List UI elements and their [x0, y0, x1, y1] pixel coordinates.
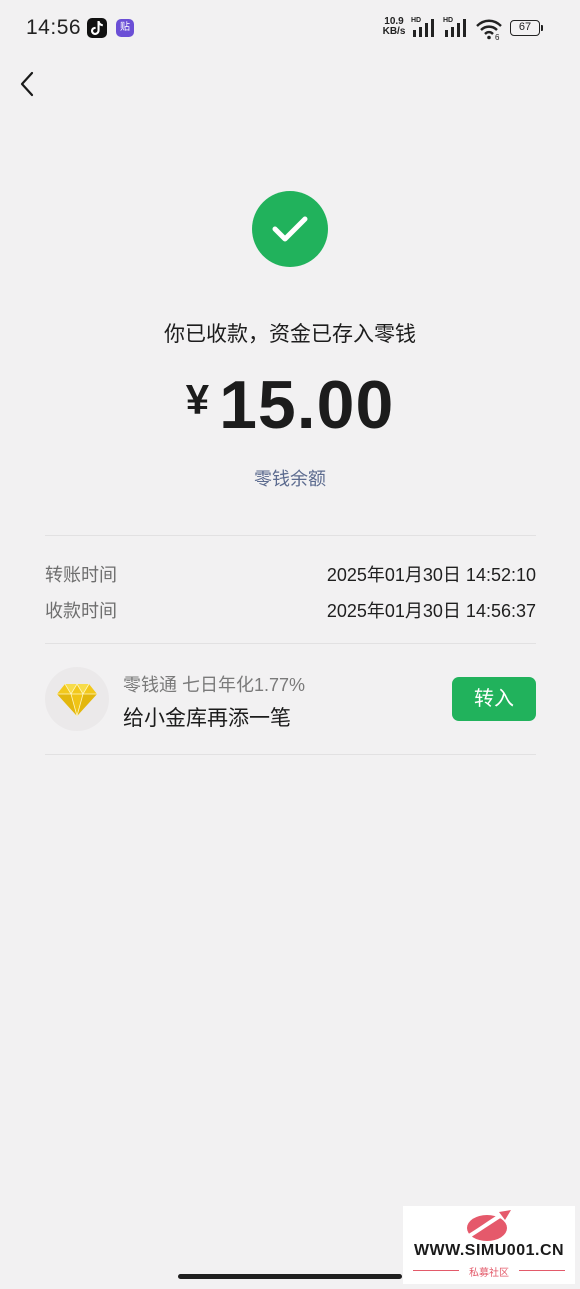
battery-indicator: 67 — [510, 20, 540, 36]
status-headline: 你已收款，资金已存入零钱 — [164, 323, 416, 346]
currency-symbol: ¥ — [185, 376, 210, 423]
watermark: WWW.SIMU001.CN 私募社区 — [403, 1206, 575, 1284]
checkmark-icon — [272, 216, 308, 242]
back-button[interactable] — [14, 66, 46, 102]
success-icon — [252, 191, 328, 267]
network-speed: 10.9 KB/s — [380, 17, 408, 37]
receive-time-value: 2025年01月30日 14:56:37 — [326, 601, 536, 621]
divider — [45, 535, 536, 536]
divider — [45, 754, 536, 755]
status-time: 14:56 — [26, 16, 82, 39]
diamond-shape — [57, 683, 97, 717]
deposit-button[interactable]: 转入 — [452, 677, 536, 721]
transfer-time-label: 转账时间 — [45, 565, 117, 585]
diamond-icon — [45, 667, 109, 731]
watermark-logo — [467, 1210, 511, 1241]
watermark-line-right — [519, 1270, 565, 1271]
tiktok-icon — [87, 18, 107, 38]
transfer-time-value: 2025年01月30日 14:52:10 — [326, 565, 536, 585]
wifi-icon: 6 — [476, 19, 502, 40]
promo-title: 给小金库再添一笔 — [123, 707, 291, 730]
transfer-time-row: 转账时间 2025年01月30日 14:52:10 — [45, 561, 536, 589]
chevron-left-icon — [20, 71, 34, 97]
signal-strength-icon — [413, 19, 434, 37]
balance-link[interactable]: 零钱余额 — [0, 465, 580, 491]
amount-display: ¥15.00 — [0, 366, 580, 444]
receive-time-row: 收款时间 2025年01月30日 14:56:37 — [45, 597, 536, 625]
promo-subtitle: 零钱通 七日年化1.77% — [123, 675, 306, 695]
signal-strength-icon-2 — [445, 19, 466, 37]
status-bar: 14:56 贴 10.9 KB/s HD HD 6 67 — [0, 0, 580, 58]
tieba-icon: 贴 — [116, 19, 134, 37]
watermark-text: 私募社区 — [469, 1268, 509, 1279]
amount-value: 15.00 — [219, 367, 395, 443]
wifi-label: 6 — [495, 33, 500, 40]
receive-time-label: 收款时间 — [45, 601, 117, 621]
watermark-url: WWW.SIMU001.CN — [413, 1242, 565, 1259]
network-speed-unit: KB/s — [382, 26, 406, 37]
battery-tip — [541, 25, 543, 31]
divider — [45, 643, 536, 644]
home-indicator[interactable] — [178, 1274, 402, 1279]
